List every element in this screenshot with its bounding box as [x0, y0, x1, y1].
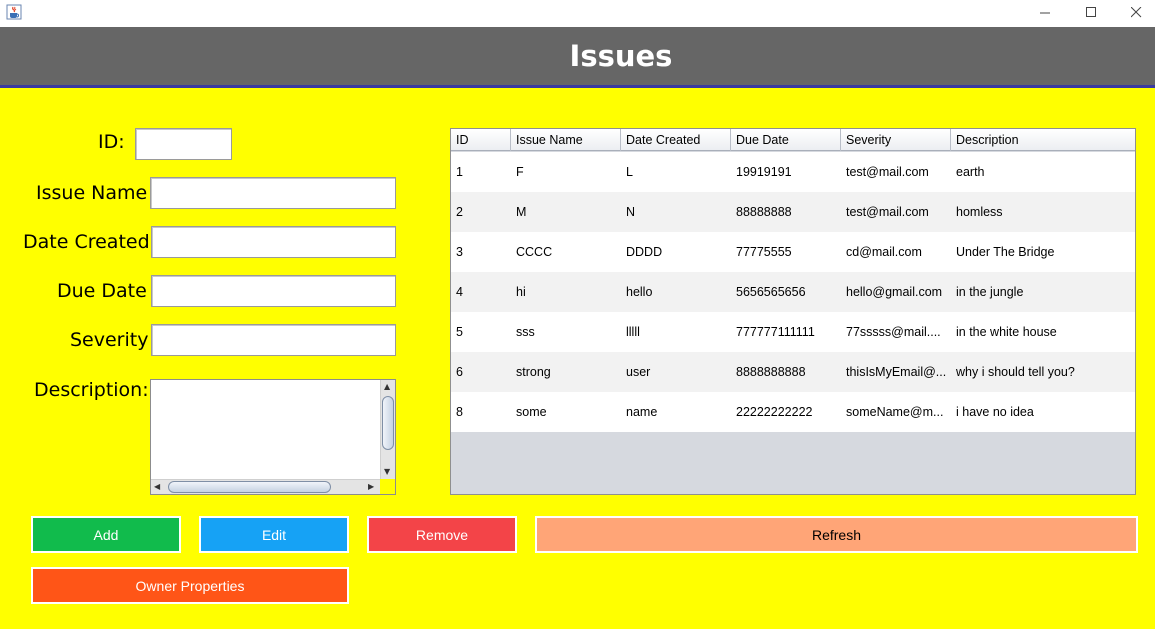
- edit-button[interactable]: Edit: [199, 516, 349, 553]
- maximize-button[interactable]: [1068, 0, 1114, 24]
- minimize-icon: [1039, 3, 1051, 22]
- due-date-field[interactable]: [151, 275, 396, 307]
- cell-due-date: 5656565656: [736, 285, 806, 299]
- table-row[interactable]: 5 sss lllll 777777111111 77sssss@mail...…: [451, 312, 1135, 352]
- cell-id: 6: [456, 365, 463, 379]
- cell-date-created: N: [626, 205, 636, 219]
- cell-issue-name: CCCC: [516, 245, 553, 259]
- cell-issue-name: sss: [516, 325, 535, 339]
- severity-label: Severity: [70, 329, 149, 351]
- cell-severity: test@mail.com: [846, 205, 929, 219]
- cell-due-date: 777777111111: [736, 325, 815, 339]
- issue-name-label: Issue Name: [36, 182, 148, 204]
- cell-due-date: 88888888: [736, 205, 792, 219]
- cell-description: in the jungle: [956, 285, 1024, 299]
- cell-due-date: 77775555: [736, 245, 792, 259]
- description-textarea[interactable]: [151, 380, 381, 480]
- table-header: ID Issue Name Date Created Due Date Seve…: [451, 129, 1135, 151]
- due-date-label: Due Date: [57, 280, 147, 302]
- cell-date-created: L: [626, 165, 633, 179]
- id-label: ID:: [98, 131, 125, 153]
- column-header-severity[interactable]: Severity: [841, 129, 951, 151]
- cell-description: i have no idea: [956, 405, 1034, 419]
- remove-button[interactable]: Remove: [367, 516, 517, 553]
- cell-due-date: 19919191: [736, 165, 792, 179]
- description-scroll-pane: ▲ ▼ ◀ ▶: [150, 379, 396, 495]
- description-label: Description:: [34, 379, 149, 401]
- column-header-due-date[interactable]: Due Date: [731, 129, 841, 151]
- cell-description: in the white house: [956, 325, 1057, 339]
- issues-table: ID Issue Name Date Created Due Date Seve…: [450, 128, 1136, 495]
- cell-description: Under The Bridge: [956, 245, 1055, 259]
- cell-date-created: user: [626, 365, 651, 379]
- cell-severity: test@mail.com: [846, 165, 929, 179]
- add-button[interactable]: Add: [31, 516, 181, 553]
- cell-date-created: hello: [626, 285, 653, 299]
- cell-description: why i should tell you?: [956, 365, 1075, 379]
- table-row[interactable]: 1 F L 19919191 test@mail.com earth: [451, 152, 1135, 192]
- cell-severity: hello@gmail.com: [846, 285, 943, 299]
- cell-description: homless: [956, 205, 1003, 219]
- cell-severity: cd@mail.com: [846, 245, 922, 259]
- close-button[interactable]: [1113, 0, 1155, 24]
- table-row[interactable]: 4 hi hello 5656565656 hello@gmail.com in…: [451, 272, 1135, 312]
- table-row[interactable]: 2 M N 88888888 test@mail.com homless: [451, 192, 1135, 232]
- cell-date-created: lllll: [626, 325, 640, 339]
- issues-window: Issues ID: Issue Name Date Created Due D…: [0, 0, 1155, 629]
- scroll-left-icon[interactable]: ◀: [154, 483, 160, 491]
- column-header-date-created[interactable]: Date Created: [621, 129, 731, 151]
- java-cup-icon: [6, 4, 22, 20]
- cell-id: 5: [456, 325, 463, 339]
- scroll-up-icon[interactable]: ▲: [384, 383, 390, 391]
- cell-issue-name: some: [516, 405, 547, 419]
- cell-id: 3: [456, 245, 463, 259]
- cell-severity: 77sssss@mail....: [846, 325, 941, 339]
- vertical-scrollbar[interactable]: ▲ ▼: [380, 380, 395, 480]
- table-row[interactable]: 6 strong user 8888888888 thisIsMyEmail@.…: [451, 352, 1135, 392]
- date-created-field[interactable]: [151, 226, 396, 258]
- cell-issue-name: hi: [516, 285, 526, 299]
- scrollbar-corner: [380, 479, 395, 494]
- horizontal-scroll-thumb[interactable]: [168, 481, 331, 493]
- cell-date-created: name: [626, 405, 658, 419]
- date-created-label: Date Created: [23, 231, 150, 253]
- cell-issue-name: F: [516, 165, 524, 179]
- cell-due-date: 22222222222: [736, 405, 813, 419]
- cell-severity: thisIsMyEmail@...: [846, 365, 947, 379]
- close-icon: [1130, 3, 1142, 22]
- cell-id: 2: [456, 205, 463, 219]
- issue-name-field[interactable]: [150, 177, 396, 209]
- horizontal-scrollbar[interactable]: ◀ ▶: [151, 479, 381, 494]
- table-row[interactable]: 3 CCCC DDDD 77775555 cd@mail.com Under T…: [451, 232, 1135, 272]
- column-header-description[interactable]: Description: [951, 129, 1135, 151]
- cell-date-created: DDDD: [626, 245, 663, 259]
- cell-id: 1: [456, 165, 463, 179]
- scroll-down-icon[interactable]: ▼: [384, 468, 390, 476]
- minimize-button[interactable]: [1022, 0, 1068, 24]
- cell-issue-name: strong: [516, 365, 551, 379]
- cell-id: 8: [456, 405, 463, 419]
- column-header-id[interactable]: ID: [451, 129, 511, 151]
- scroll-right-icon[interactable]: ▶: [368, 483, 374, 491]
- id-field[interactable]: [135, 128, 232, 160]
- cell-description: earth: [956, 165, 985, 179]
- table-row[interactable]: 8 some name 22222222222 someName@m... i …: [451, 392, 1135, 432]
- cell-due-date: 8888888888: [736, 365, 806, 379]
- cell-severity: someName@m...: [846, 405, 944, 419]
- page-title: Issues: [569, 39, 673, 73]
- column-header-issue-name[interactable]: Issue Name: [511, 129, 621, 151]
- severity-field[interactable]: [151, 324, 396, 356]
- title-bar: [0, 0, 1155, 27]
- cell-id: 4: [456, 285, 463, 299]
- vertical-scroll-thumb[interactable]: [382, 396, 394, 450]
- header-banner: Issues: [0, 27, 1155, 88]
- maximize-icon: [1085, 3, 1097, 22]
- owner-properties-button[interactable]: Owner Properties: [31, 567, 349, 604]
- cell-issue-name: M: [516, 205, 527, 219]
- refresh-button[interactable]: Refresh: [535, 516, 1138, 553]
